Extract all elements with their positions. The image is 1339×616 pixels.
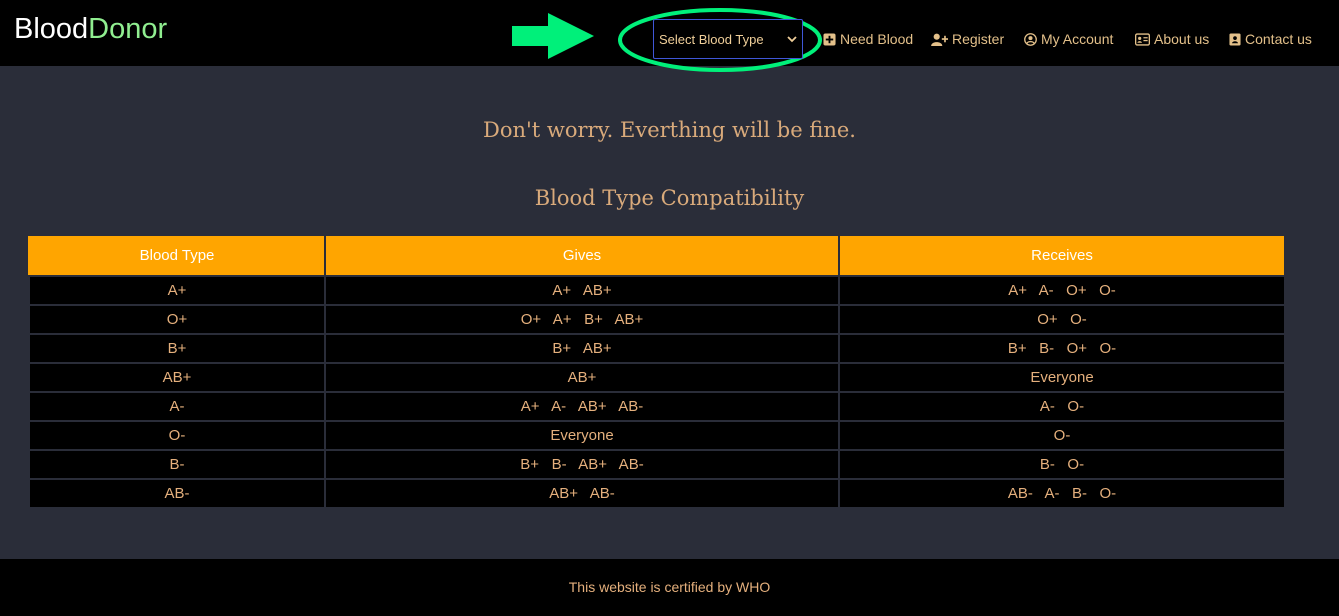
navbar: BloodDonor Select Blood Type Need Blood …	[0, 0, 1339, 72]
nav-about-us[interactable]: About us	[1135, 30, 1209, 48]
cell-gives: B+ B- AB+ AB-	[324, 449, 840, 480]
nav-my-account[interactable]: My Account	[1024, 30, 1113, 48]
id-card-icon	[1135, 32, 1150, 46]
cell-receives: O+ O-	[838, 304, 1286, 335]
user-circle-icon	[1024, 32, 1037, 46]
cell-gives: B+ AB+	[324, 333, 840, 364]
cell-gives: O+ A+ B+ AB+	[324, 304, 840, 335]
table-header-row: Blood Type Gives Receives	[28, 234, 1286, 277]
cell-blood-type: O-	[28, 420, 326, 451]
cell-blood-type: B-	[28, 449, 326, 480]
cell-receives: AB- A- B- O-	[838, 478, 1286, 509]
nav-my-account-label: My Account	[1041, 31, 1114, 47]
annotation-arrow-icon	[512, 13, 594, 59]
cell-receives: B+ B- O+ O-	[838, 333, 1286, 364]
brand-part-blood: Blood	[14, 13, 89, 45]
cell-blood-type: B+	[28, 333, 326, 364]
nav-register[interactable]: Register	[931, 30, 1004, 48]
cell-receives: O-	[838, 420, 1286, 451]
plus-square-icon	[823, 32, 836, 46]
user-plus-icon	[931, 33, 948, 46]
table-row: B+ B+ AB+ B+ B- O+ O-	[28, 333, 1286, 364]
chevron-down-icon	[787, 36, 797, 43]
table-row: A- A+ A- AB+ AB- A- O-	[28, 391, 1286, 422]
cell-gives: A+ AB+	[324, 275, 840, 306]
table-row: O+ O+ A+ B+ AB+ O+ O-	[28, 304, 1286, 335]
cell-blood-type: AB-	[28, 478, 326, 509]
cell-receives: Everyone	[838, 362, 1286, 393]
nav-contact-us-label: Contact us	[1245, 31, 1312, 47]
cell-gives: Everyone	[324, 420, 840, 451]
brand-part-donor: Donor	[88, 13, 168, 45]
column-header-blood-type: Blood Type	[28, 234, 326, 277]
cell-blood-type: A+	[28, 275, 326, 306]
table-row: B- B+ B- AB+ AB- B- O-	[28, 449, 1286, 480]
table-row: AB+ AB+ Everyone	[28, 362, 1286, 393]
cell-gives: AB+	[324, 362, 840, 393]
table-row: O- Everyone O-	[28, 420, 1286, 451]
cell-blood-type: A-	[28, 391, 326, 422]
brand-logo[interactable]: BloodDonor	[14, 12, 167, 46]
nav-register-label: Register	[952, 31, 1005, 47]
blood-type-select-value: Select Blood Type	[659, 32, 764, 47]
nav-contact-us[interactable]: Contact us	[1229, 30, 1312, 48]
footer-text: This website is certified by WHO	[568, 579, 771, 595]
address-book-icon	[1229, 33, 1241, 45]
cell-blood-type: O+	[28, 304, 326, 335]
footer: This website is certified by WHO	[0, 559, 1339, 616]
cell-receives: B- O-	[838, 449, 1286, 480]
table-row: AB- AB+ AB- AB- A- B- O-	[28, 478, 1286, 509]
compatibility-title: Blood Type Compatibility	[534, 186, 805, 210]
nav-about-us-label: About us	[1154, 31, 1210, 47]
nav-need-blood-label: Need Blood	[840, 31, 914, 47]
cell-gives: AB+ AB-	[324, 478, 840, 509]
cell-blood-type: AB+	[28, 362, 326, 393]
cell-receives: A+ A- O+ O-	[838, 275, 1286, 306]
column-header-receives: Receives	[838, 234, 1286, 277]
nav-need-blood[interactable]: Need Blood	[823, 30, 913, 48]
tagline: Don't worry. Everthing will be fine.	[483, 118, 856, 142]
compatibility-table: Blood Type Gives Receives A+ A+ AB+ A+ A…	[28, 234, 1286, 509]
cell-receives: A- O-	[838, 391, 1286, 422]
column-header-gives: Gives	[324, 234, 840, 277]
blood-type-select[interactable]: Select Blood Type	[653, 19, 803, 59]
table-row: A+ A+ AB+ A+ A- O+ O-	[28, 275, 1286, 306]
cell-gives: A+ A- AB+ AB-	[324, 391, 840, 422]
